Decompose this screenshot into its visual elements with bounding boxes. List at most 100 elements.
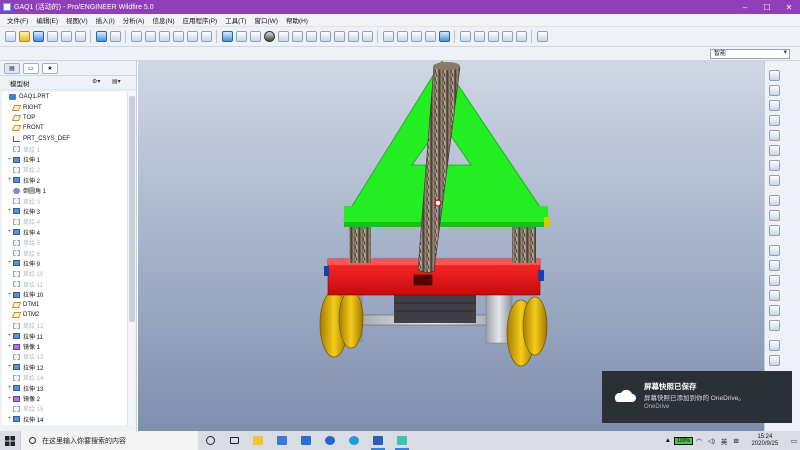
menu-file[interactable]: 文件(F) bbox=[3, 15, 32, 25]
model-tree-item[interactable]: 草绘 13 bbox=[2, 352, 127, 362]
task-view-button[interactable] bbox=[222, 431, 246, 450]
menu-info[interactable]: 信息(N) bbox=[148, 15, 178, 25]
cut-icon[interactable] bbox=[130, 31, 142, 42]
selection-filter-dropdown[interactable]: 智能 bbox=[710, 49, 790, 59]
volume-icon[interactable]: ◁) bbox=[708, 437, 715, 445]
scrollbar-thumb[interactable] bbox=[129, 96, 135, 322]
model-tree-item[interactable]: + 拉伸 9 bbox=[2, 258, 127, 268]
copy-icon[interactable] bbox=[74, 31, 86, 42]
regenerate-icon[interactable] bbox=[172, 31, 184, 42]
taskbar-app-word[interactable] bbox=[366, 431, 390, 450]
redo-icon[interactable] bbox=[109, 31, 121, 42]
model-tree-item[interactable]: 草绘 12 bbox=[2, 321, 127, 331]
taskbar-app-mail[interactable] bbox=[294, 431, 318, 450]
hole-tool-icon[interactable] bbox=[769, 245, 780, 256]
expand-toggle-icon[interactable]: + bbox=[6, 157, 13, 163]
folder-browser-tab-icon[interactable]: ▭ bbox=[23, 62, 39, 74]
expand-toggle-icon[interactable]: + bbox=[6, 177, 13, 183]
menu-window[interactable]: 窗口(W) bbox=[250, 15, 281, 25]
model-tree-item[interactable]: GAQ1.PRT bbox=[2, 92, 127, 102]
no-hidden-icon[interactable] bbox=[410, 31, 422, 42]
select-box-icon[interactable] bbox=[200, 31, 212, 42]
datum-axis-display-icon[interactable] bbox=[473, 31, 485, 42]
revolve-tool-icon[interactable] bbox=[769, 210, 780, 221]
taskbar-app-explorer[interactable] bbox=[246, 431, 270, 450]
model-tree-item[interactable]: 草绘 3 bbox=[2, 196, 127, 206]
pattern-tool-icon[interactable] bbox=[769, 340, 780, 351]
model-tree-item[interactable]: + 拉伸 2 bbox=[2, 175, 127, 185]
model-tree-item[interactable]: 草绘 14 bbox=[2, 373, 127, 383]
shell-tool-icon[interactable] bbox=[769, 260, 780, 271]
save-icon[interactable] bbox=[32, 31, 44, 42]
shaded-icon[interactable] bbox=[424, 31, 436, 42]
model-tree-item[interactable]: + 镜像 2 bbox=[2, 393, 127, 403]
expand-toggle-icon[interactable]: + bbox=[6, 385, 13, 391]
expand-toggle-icon[interactable]: + bbox=[6, 292, 13, 298]
annotation-display-icon[interactable] bbox=[515, 31, 527, 42]
csys-tool-icon[interactable] bbox=[769, 145, 780, 156]
new-file-icon[interactable] bbox=[4, 31, 16, 42]
find-icon[interactable] bbox=[186, 31, 198, 42]
model-tree-item[interactable]: + 拉伸 10 bbox=[2, 289, 127, 299]
expand-toggle-icon[interactable]: + bbox=[6, 208, 13, 214]
model-tree-item[interactable]: FRONT bbox=[2, 123, 127, 133]
model-tree-item[interactable]: 草绘 10 bbox=[2, 269, 127, 279]
model-tree-item[interactable]: + 拉伸 4 bbox=[2, 227, 127, 237]
round-tool-icon[interactable] bbox=[769, 305, 780, 316]
taskbar-app-lenovo[interactable] bbox=[318, 431, 342, 450]
datum-point-tool-icon[interactable] bbox=[769, 130, 780, 141]
email-icon[interactable] bbox=[60, 31, 72, 42]
model-tree-tab-icon[interactable]: ▤ bbox=[4, 62, 20, 74]
datum-plane-tool-icon[interactable] bbox=[769, 70, 780, 81]
datum-axis-tool-icon[interactable] bbox=[769, 85, 780, 96]
tree-settings-icon[interactable]: ⚙▾ bbox=[92, 78, 100, 85]
expand-toggle-icon[interactable]: + bbox=[6, 260, 13, 266]
model-tree-item[interactable]: 草绘 5 bbox=[2, 237, 127, 247]
model-tree-item[interactable]: 草绘 4 bbox=[2, 217, 127, 227]
taskbar-search-box[interactable]: 在这里输入你要搜索的内容 bbox=[20, 431, 198, 450]
sweep-tool-icon[interactable] bbox=[769, 225, 780, 236]
context-help-icon[interactable] bbox=[536, 31, 548, 42]
analysis-tool-icon[interactable] bbox=[769, 160, 780, 171]
model-tree-item[interactable]: DTM1 bbox=[2, 300, 127, 310]
minimize-button[interactable]: – bbox=[734, 0, 756, 14]
model-tree-item[interactable]: + 拉伸 1 bbox=[2, 154, 127, 164]
datum-point-display-icon[interactable] bbox=[487, 31, 499, 42]
reorient-icon[interactable] bbox=[319, 31, 331, 42]
csys-display-icon[interactable] bbox=[501, 31, 513, 42]
datum-curve-tool-icon[interactable] bbox=[769, 100, 780, 111]
notification-center-icon[interactable]: ▭ bbox=[791, 437, 797, 445]
expand-toggle-icon[interactable]: + bbox=[6, 229, 13, 235]
model-tree-item[interactable]: 草绘 2 bbox=[2, 165, 127, 175]
paste-icon[interactable] bbox=[144, 31, 156, 42]
tree-columns-icon[interactable]: ▤▾ bbox=[112, 78, 121, 85]
paste-special-icon[interactable] bbox=[158, 31, 170, 42]
close-button[interactable]: ✕ bbox=[778, 0, 800, 14]
extrude-tool-icon[interactable] bbox=[769, 195, 780, 206]
model-tree-item[interactable]: + 拉伸 3 bbox=[2, 206, 127, 216]
datum-plane-display-icon[interactable] bbox=[459, 31, 471, 42]
expand-toggle-icon[interactable]: + bbox=[6, 344, 13, 350]
favorites-tab-icon[interactable]: ★ bbox=[42, 62, 58, 74]
orient-mode-icon[interactable] bbox=[249, 31, 261, 42]
expand-toggle-icon[interactable]: + bbox=[6, 396, 13, 402]
zoom-out-icon[interactable] bbox=[291, 31, 303, 42]
model-tree-item[interactable]: RIGHT bbox=[2, 102, 127, 112]
onedrive-notification[interactable]: 屏幕快照已保存 屏幕快照已添加到你的 OneDrive。 OneDrive bbox=[602, 371, 792, 423]
model-tree-item[interactable]: 草绘 6 bbox=[2, 248, 127, 258]
refit-icon[interactable] bbox=[305, 31, 317, 42]
menu-view[interactable]: 视图(V) bbox=[62, 15, 92, 25]
undo-icon[interactable] bbox=[95, 31, 107, 42]
repaint-icon[interactable] bbox=[221, 31, 233, 42]
cortana-button[interactable] bbox=[198, 431, 222, 450]
model-tree-item[interactable]: 草绘 15 bbox=[2, 404, 127, 414]
appearance-icon[interactable] bbox=[438, 31, 450, 42]
saved-views-icon[interactable] bbox=[333, 31, 345, 42]
chamfer-tool-icon[interactable] bbox=[769, 320, 780, 331]
model-tree-item[interactable]: 草绘 1 bbox=[2, 144, 127, 154]
wireframe-icon[interactable] bbox=[382, 31, 394, 42]
model-tree-item[interactable]: + 拉伸 13 bbox=[2, 383, 127, 393]
model-tree-item[interactable]: TOP bbox=[2, 113, 127, 123]
hidden-line-icon[interactable] bbox=[396, 31, 408, 42]
model-tree-scrollbar[interactable] bbox=[127, 92, 135, 425]
